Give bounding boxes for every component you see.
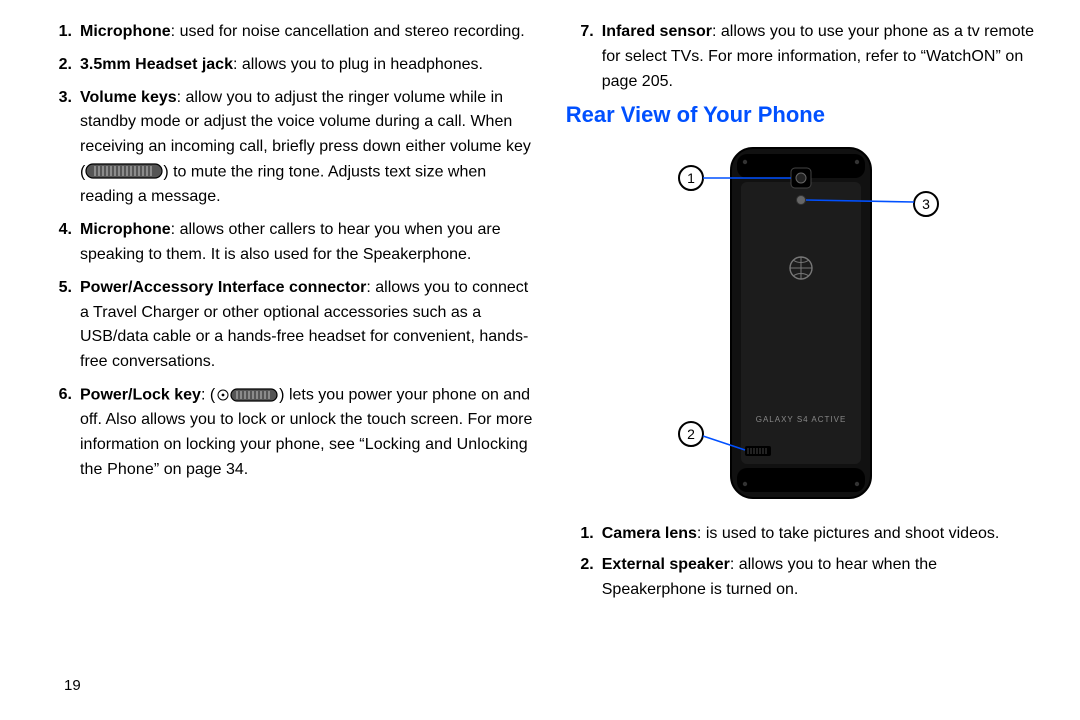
list-item: 4. Microphone: allows other callers to h…: [44, 218, 538, 268]
list-item: 5. Power/Accessory Interface connector: …: [44, 276, 538, 375]
page-number: 19: [64, 677, 81, 694]
svg-text:2: 2: [687, 426, 695, 442]
item-number: 6.: [44, 383, 72, 408]
item-body: Power/Accessory Interface connector: all…: [80, 276, 538, 375]
item-body: Microphone: allows other callers to hear…: [80, 218, 538, 268]
item-body: Volume keys: allow you to adjust the rin…: [80, 86, 538, 211]
item-body: Infared sensor: allows you to use your p…: [602, 20, 1036, 94]
item-number: 2.: [566, 553, 594, 578]
item-body: Microphone: used for noise cancellation …: [80, 20, 538, 45]
list-item: 2. External speaker: allows you to hear …: [566, 553, 1036, 603]
item-number: 1.: [566, 522, 594, 547]
volume-key-icon: [85, 160, 163, 185]
item-body: Camera lens: is used to take pictures an…: [602, 522, 1036, 547]
item-number: 2.: [44, 53, 72, 78]
list-item: 3. Volume keys: allow you to adjust the …: [44, 86, 538, 211]
power-lock-key-icon: [215, 383, 279, 408]
list-item: 1. Microphone: used for noise cancellati…: [44, 20, 538, 45]
item-body: External speaker: allows you to hear whe…: [602, 553, 1036, 603]
item-body: Power/Lock key: (: [80, 383, 538, 483]
phone-branding: GALAXY S4 ACTIVE: [756, 415, 847, 424]
section-heading: Rear View of Your Phone: [566, 102, 1036, 128]
item-number: 4.: [44, 218, 72, 243]
rear-features-list: 1. Camera lens: is used to take pictures…: [566, 522, 1036, 602]
list-item: 6. Power/Lock key: (: [44, 383, 538, 483]
item-number: 3.: [44, 86, 72, 111]
list-item: 7. Infared sensor: allows you to use you…: [566, 20, 1036, 94]
front-features-list-continued: 7. Infared sensor: allows you to use you…: [566, 20, 1036, 94]
item-body: 3.5mm Headset jack: allows you to plug i…: [80, 53, 538, 78]
svg-text:1: 1: [687, 170, 695, 186]
list-item: 2. 3.5mm Headset jack: allows you to plu…: [44, 53, 538, 78]
rear-view-diagram: GALAXY S4 ACTIVE 1: [566, 138, 1036, 508]
item-number: 7.: [566, 20, 594, 45]
svg-text:3: 3: [922, 196, 930, 212]
item-number: 1.: [44, 20, 72, 45]
front-features-list: 1. Microphone: used for noise cancellati…: [44, 20, 538, 483]
cross-reference: “WatchON”: [921, 48, 1001, 65]
list-item: 1. Camera lens: is used to take pictures…: [566, 522, 1036, 547]
item-number: 5.: [44, 276, 72, 301]
